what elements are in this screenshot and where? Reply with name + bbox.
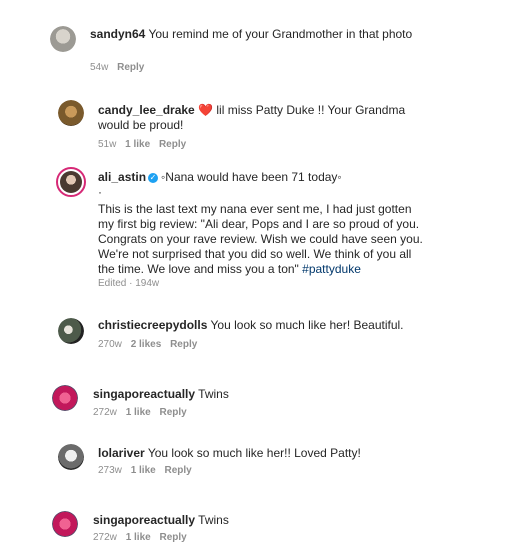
comment-header: ali_astin ✓ ◦Nana would have been 71 today… (98, 170, 428, 185)
verified-badge-icon: ✓ (148, 173, 159, 183)
comment-meta: 272w 1 like Reply (93, 532, 193, 543)
comment-meta: 54w Reply (90, 62, 150, 73)
avatar-image (58, 444, 84, 470)
avatar-image (52, 511, 78, 537)
like-count[interactable]: 1 like (126, 407, 151, 418)
comment-username[interactable]: sandyn64 (90, 27, 145, 41)
avatar[interactable] (58, 100, 84, 126)
reply-button[interactable]: Reply (165, 465, 192, 476)
avatar[interactable] (56, 167, 86, 197)
comment-text: singaporeactually Twins (93, 387, 433, 402)
like-count[interactable]: 1 like (126, 532, 151, 543)
avatar-image (58, 100, 84, 126)
avatar-image (50, 26, 76, 52)
comment-time: 272w (93, 532, 117, 543)
like-count[interactable]: 2 likes (131, 339, 162, 350)
comment-time: 272w (93, 407, 117, 418)
avatar[interactable] (50, 26, 76, 52)
avatar-image (58, 318, 84, 344)
like-count[interactable]: 1 like (131, 465, 156, 476)
comment-message: You look so much like her!! Loved Patty! (147, 446, 361, 460)
comment-username[interactable]: ali_astin (98, 170, 146, 184)
comment-time: 54w (90, 62, 109, 73)
comment-username[interactable]: singaporeactually (93, 513, 195, 527)
comment-meta: 272w 1 like Reply (93, 407, 193, 418)
comment-meta: 51w 1 like Reply (98, 139, 192, 150)
reply-button[interactable]: Reply (160, 407, 187, 418)
reply-button[interactable]: Reply (160, 532, 187, 543)
comment-text: singaporeactually Twins (93, 513, 433, 528)
avatar[interactable] (58, 444, 84, 470)
comment-text: sandyn64 You remind me of your Grandmoth… (90, 27, 430, 42)
comment-time: 270w (98, 339, 122, 350)
avatar[interactable] (58, 318, 84, 344)
hashtag-link[interactable]: #pattyduke (302, 262, 361, 276)
comment-username[interactable]: singaporeactually (93, 387, 195, 401)
comment-message: You look so much like her! Beautiful. (210, 318, 404, 332)
comment-username[interactable]: candy_lee_drake (98, 103, 195, 117)
comment-headline: ◦Nana would have been 71 today◦ (161, 170, 342, 184)
comment-meta: 273w 1 like Reply (98, 465, 198, 476)
comment-text: ali_astin ✓ ◦Nana would have been 71 today… (98, 170, 428, 277)
reply-button[interactable]: Reply (159, 139, 186, 150)
comment-message: This is the last text my nana ever sent … (98, 202, 423, 276)
comment-message: Twins (198, 387, 229, 401)
avatar[interactable] (52, 511, 78, 537)
comment-time: 273w (98, 465, 122, 476)
comment-dot: · (98, 185, 102, 199)
avatar[interactable] (52, 385, 78, 411)
avatar-image (60, 171, 82, 193)
comment-message: Twins (198, 513, 229, 527)
avatar-image (52, 385, 78, 411)
comment-text: lolariver You look so much like her!! Lo… (98, 446, 458, 461)
comment-username[interactable]: christiecreepydolls (98, 318, 207, 332)
comment-time: 51w (98, 139, 117, 150)
like-count[interactable]: 1 like (125, 139, 150, 150)
reply-button[interactable]: Reply (117, 62, 144, 73)
heart-icon: ❤️ (198, 103, 214, 117)
comment-text: candy_lee_drake ❤️ lil miss Patty Duke !… (98, 103, 408, 133)
comment-username[interactable]: lolariver (98, 446, 145, 460)
comment-meta: Edited · 194w (98, 278, 165, 289)
comment-text: christiecreepydolls You look so much lik… (98, 318, 458, 333)
reply-button[interactable]: Reply (170, 339, 197, 350)
comment-edited-time: Edited · 194w (98, 278, 160, 289)
comment-body: This is the last text my nana ever sent … (98, 202, 428, 277)
comment-meta: 270w 2 likes Reply (98, 339, 203, 350)
comment-message: You remind me of your Grandmother in tha… (148, 27, 413, 41)
